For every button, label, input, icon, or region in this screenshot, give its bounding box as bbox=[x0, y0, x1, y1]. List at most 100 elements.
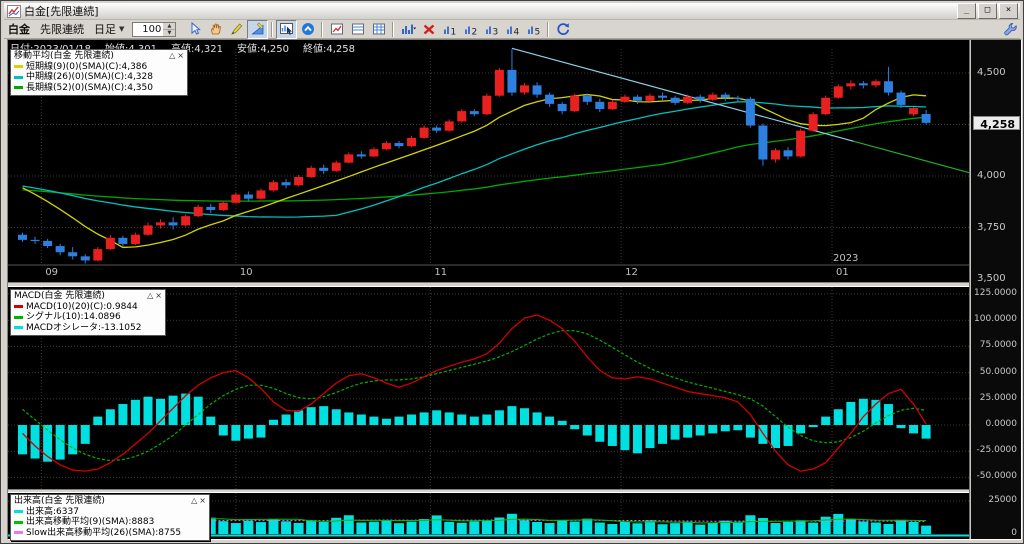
series-swatch bbox=[14, 520, 23, 524]
legend-close-icon[interactable]: × bbox=[155, 291, 162, 302]
series-label: Slow出来高移動平均(26)(SMA):8755 bbox=[26, 527, 182, 538]
macd-axis-tick: 75.0000 bbox=[979, 340, 1017, 351]
panel-separator[interactable] bbox=[8, 282, 1021, 287]
volume-legend-row: Slow出来高移動平均(26)(SMA):8755 bbox=[14, 528, 206, 539]
indicator-4-button[interactable]: 4 bbox=[502, 20, 523, 39]
new-panel-button[interactable] bbox=[326, 20, 347, 39]
series-label: 長期線(52)(0)(SMA)(C):4,350 bbox=[26, 82, 153, 93]
timeframe-select[interactable]: 日足 ▼ bbox=[94, 21, 124, 37]
series-label: 出来高移動平均(9)(SMA):8883 bbox=[26, 517, 155, 527]
draw-trendline-button[interactable] bbox=[247, 19, 269, 39]
scroll-latest-button[interactable] bbox=[297, 20, 318, 39]
indicator-5-icon: 5 bbox=[527, 26, 540, 38]
series-label: 出来高:6337 bbox=[26, 506, 79, 517]
series-swatch bbox=[14, 86, 23, 90]
app-window: 白金[先限連続] _ □ × 白金 先限連続 日足 ▼ 100 ▲ ▼ 12345 … bbox=[0, 0, 1024, 544]
series-swatch bbox=[14, 65, 23, 69]
chart-type-button[interactable] bbox=[397, 20, 418, 39]
indicator-3-button[interactable]: 3 bbox=[481, 20, 502, 39]
remove-indicator-icon bbox=[423, 24, 435, 35]
macd-axis-tick: 0.0000 bbox=[985, 419, 1018, 429]
legend-close-icon[interactable]: × bbox=[177, 51, 184, 62]
grid-full-icon bbox=[372, 23, 385, 35]
series-label: MACDオシレータ:-13.1052 bbox=[26, 322, 142, 333]
series-swatch bbox=[14, 315, 23, 319]
panel-separator[interactable] bbox=[8, 489, 1021, 493]
stepper-down-icon[interactable]: ▼ bbox=[163, 29, 176, 36]
chart-area[interactable]: 日付:2023/01/18始値:4,301高値:4,321安値:4,250終値:… bbox=[7, 39, 1022, 541]
grid-full-button[interactable] bbox=[368, 20, 389, 39]
legend-collapse-icon[interactable]: △ bbox=[147, 291, 153, 302]
volume-axis-tick: 0 bbox=[1011, 528, 1017, 538]
price-axis-tick: 3,750 bbox=[977, 221, 1006, 233]
close-button[interactable]: × bbox=[999, 3, 1018, 19]
svg-text:1: 1 bbox=[450, 28, 456, 38]
series-label: MACD(10)(20)(C):0.9844 bbox=[26, 301, 138, 312]
cascade-icon bbox=[939, 3, 955, 19]
minimize-button[interactable]: _ bbox=[957, 3, 976, 19]
refresh-button[interactable] bbox=[552, 20, 573, 39]
macd-legend[interactable]: MACD(白金 先限連続) △ × MACD(10)(20)(C):0.9844 シグナ… bbox=[10, 289, 166, 336]
volume-legend[interactable]: 出来高(白金 先限連続) △ × 出来高:6337 出来高移動平均(9)(SMA):88… bbox=[10, 494, 210, 541]
wrench-icon bbox=[1003, 22, 1017, 36]
toolbar-separator bbox=[271, 21, 274, 37]
scroll-latest-icon bbox=[301, 23, 314, 35]
series-swatch bbox=[14, 326, 23, 330]
hand-tool-icon bbox=[211, 23, 221, 35]
maximize-button[interactable]: □ bbox=[978, 3, 997, 19]
ma-legend-row: 中期線(26)(0)(SMA)(C):4,328 bbox=[14, 72, 184, 83]
toolbar-separator bbox=[392, 21, 395, 37]
volume-legend-row: 出来高移動平均(9)(SMA):8883 bbox=[14, 517, 206, 528]
select-cursor-button[interactable] bbox=[184, 20, 205, 39]
stepper-up-icon[interactable]: ▲ bbox=[163, 22, 176, 30]
x-axis-month-label: 01 bbox=[836, 267, 849, 278]
volume-legend-title: 出来高(白金 先限連続) bbox=[14, 496, 105, 506]
refresh-icon bbox=[557, 23, 569, 36]
crosshair-button[interactable] bbox=[276, 19, 298, 39]
macd-axis-tick: -25.0000 bbox=[976, 445, 1017, 456]
remove-indicator-button[interactable] bbox=[418, 20, 439, 39]
ma-legend[interactable]: 移動平均(白金 先限連続) △ × 短期線(9)(0)(SMA)(C):4,386 中期… bbox=[10, 49, 188, 96]
new-panel-icon bbox=[330, 23, 343, 35]
series-label: 中期線(26)(0)(SMA)(C):4,328 bbox=[26, 72, 153, 82]
indicator-5-button[interactable]: 5 bbox=[523, 20, 544, 39]
bar-count-input[interactable]: 100 bbox=[132, 21, 164, 37]
svg-text:5: 5 bbox=[534, 28, 540, 38]
draw-trendline-icon bbox=[251, 22, 264, 35]
bar-count-stepper[interactable]: 100 ▲ ▼ bbox=[132, 21, 177, 37]
x-axis-month-label: 10 bbox=[240, 267, 253, 278]
price-axis-tick: 3,500 bbox=[977, 273, 1006, 284]
cascade-icon[interactable] bbox=[939, 4, 955, 18]
indicator-1-icon: 1 bbox=[443, 26, 456, 38]
volume-legend-row: 出来高:6337 bbox=[14, 507, 206, 518]
settings-wrench-icon[interactable] bbox=[999, 20, 1020, 39]
rotate-icon bbox=[922, 3, 938, 19]
price-axis-tick: 4,000 bbox=[977, 170, 1006, 181]
x-axis-year-label: 2023 bbox=[833, 253, 858, 264]
legend-collapse-icon[interactable]: △ bbox=[191, 496, 197, 507]
legend-collapse-icon[interactable]: △ bbox=[169, 51, 175, 62]
crosshair-icon bbox=[279, 23, 293, 35]
indicator-2-button[interactable]: 2 bbox=[460, 20, 481, 39]
legend-close-icon[interactable]: × bbox=[199, 496, 206, 507]
grid-rows-icon bbox=[351, 23, 364, 35]
svg-text:2: 2 bbox=[471, 28, 477, 38]
chevron-down-icon: ▼ bbox=[119, 25, 125, 33]
symbol-label[interactable]: 白金 bbox=[8, 21, 30, 37]
rotate-icon[interactable] bbox=[922, 4, 938, 18]
contract-label[interactable]: 先限連続 bbox=[40, 21, 84, 37]
ma-legend-row: 短期線(9)(0)(SMA)(C):4,386 bbox=[14, 62, 184, 73]
annotate-icon bbox=[905, 3, 921, 19]
select-cursor-icon bbox=[191, 21, 201, 35]
indicator-1-button[interactable]: 1 bbox=[439, 20, 460, 39]
annotate-icon[interactable] bbox=[905, 4, 921, 18]
grid-rows-button[interactable] bbox=[347, 20, 368, 39]
hand-tool-button[interactable] bbox=[205, 20, 226, 39]
series-label: 短期線(9)(0)(SMA)(C):4,386 bbox=[26, 61, 148, 72]
current-price-badge: 4,258 bbox=[973, 115, 1020, 131]
draw-line-button[interactable] bbox=[226, 20, 247, 39]
price-axis-column: 4,500 4,000 3,750 3,500 4,258 125.0000 100.000… bbox=[969, 40, 1021, 539]
x-axis-month-label: 11 bbox=[434, 267, 447, 278]
ma-legend-row: 長期線(52)(0)(SMA)(C):4,350 bbox=[14, 83, 184, 94]
title-bar[interactable]: 白金[先限連続] _ □ × bbox=[4, 3, 1020, 20]
